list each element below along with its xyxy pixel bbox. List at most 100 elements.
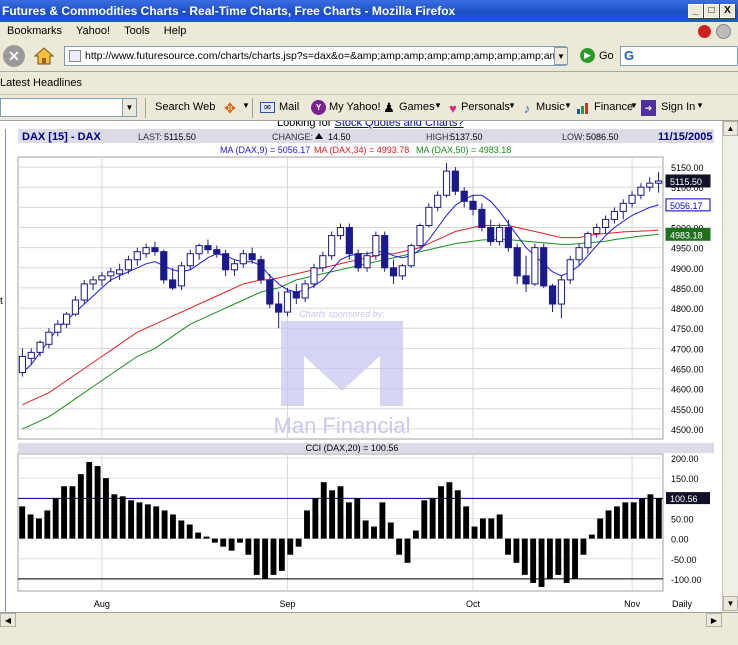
x-tick-nov: Nov [624, 599, 641, 609]
candle-body [275, 303, 283, 313]
home-icon[interactable] [32, 44, 56, 68]
cci-bar [170, 514, 176, 539]
sign-in-icon[interactable]: ➜ [641, 100, 656, 116]
price-tick-label: 4700.00 [671, 344, 704, 354]
candle-body [548, 285, 557, 305]
candle-body [593, 227, 601, 235]
cci-bar [639, 498, 645, 539]
chart-symbol: DAX [15] - DAX [22, 131, 102, 143]
cci-bar [538, 538, 545, 587]
candle-body [416, 224, 424, 247]
personals-dropdown-icon[interactable]: ▼ [508, 101, 516, 110]
candle-body [124, 259, 133, 271]
price-tick-label: 4500.00 [671, 425, 704, 435]
menu-bookmarks[interactable]: Bookmarks [7, 25, 62, 37]
candle-body [372, 235, 380, 257]
url-field[interactable]: http://www.futuresource.com/charts/chart… [64, 46, 566, 66]
cci-bar [287, 538, 294, 555]
candle-body [566, 259, 574, 281]
window-title-bar[interactable]: Futures & Commodities Charts - Real-Time… [0, 0, 738, 22]
scroll-up-button[interactable]: ▲ [723, 121, 738, 136]
search-input[interactable]: G [620, 46, 738, 66]
candle-body [310, 267, 318, 285]
cci-bar [463, 506, 470, 539]
menu-help[interactable]: Help [164, 25, 187, 37]
music-icon[interactable]: ♪ [519, 100, 535, 116]
status-bar: ◀ ▶ [0, 612, 738, 645]
cci-bar [312, 498, 319, 539]
scroll-left-button[interactable]: ◀ [0, 613, 16, 627]
menu-tools[interactable]: Tools [124, 25, 150, 37]
cci-bar [195, 532, 202, 539]
cci-bar [203, 536, 210, 539]
cci-bar [387, 522, 394, 539]
candle-body [434, 194, 442, 208]
minimize-button[interactable]: _ [688, 4, 703, 18]
cci-bar [36, 518, 42, 539]
bookmarks-toolbar: Latest Headlines [0, 72, 738, 95]
scroll-right-button[interactable]: ▶ [706, 613, 722, 627]
candle-body [584, 233, 592, 249]
go-arrow-icon[interactable]: ▶ [580, 48, 595, 63]
candle-body [469, 200, 477, 210]
highlight-icon[interactable]: ✥ [222, 100, 238, 116]
personals-button[interactable]: Personals [461, 101, 510, 113]
games-icon[interactable]: ♟ [381, 100, 397, 116]
latest-headlines-link[interactable]: Latest Headlines [0, 72, 82, 95]
vertical-scrollbar[interactable]: ▲ ▼ [722, 121, 738, 612]
games-dropdown-icon[interactable]: ▼ [434, 101, 442, 110]
ma-legend-1: MA (DAX,34) = 4993.78 [314, 145, 409, 155]
stop-alert-icon[interactable] [698, 25, 711, 38]
url-dropdown-button[interactable]: ▼ [554, 47, 568, 65]
candle-body [45, 331, 53, 345]
cci-tick-label: 200.00 [671, 454, 699, 464]
finance-icon[interactable] [575, 100, 591, 116]
go-button[interactable]: Go [599, 50, 614, 62]
x-tick-sep: Sep [279, 599, 295, 609]
candle-body [354, 253, 362, 269]
cci-bar [186, 524, 193, 539]
candle-body [186, 253, 194, 267]
cci-bar [588, 534, 595, 539]
cci-bar [52, 498, 59, 539]
cci-bar [371, 526, 377, 539]
my-yahoo-icon[interactable]: Y [311, 100, 326, 115]
finance-button[interactable]: Finance [594, 101, 633, 113]
price-tag-2: 4983.18 [670, 230, 703, 240]
scroll-down-button[interactable]: ▼ [723, 596, 738, 611]
menu-yahoo[interactable]: Yahoo! [76, 25, 110, 37]
music-button[interactable]: Music [536, 101, 565, 113]
games-button[interactable]: Games [399, 101, 434, 113]
close-button[interactable]: X [720, 4, 735, 18]
price-tick-label: 4900.00 [671, 264, 704, 274]
cci-tick-label: -100.00 [671, 575, 702, 585]
candle-body [487, 227, 495, 243]
finance-dropdown-icon[interactable]: ▼ [630, 101, 638, 110]
mail-icon[interactable]: ✉ [260, 102, 275, 113]
candle-body [177, 265, 186, 287]
search-web-button[interactable]: Search Web [155, 101, 215, 113]
cci-bar [354, 498, 361, 539]
cci-bar [454, 490, 461, 539]
my-yahoo-button[interactable]: My Yahoo! [329, 101, 381, 113]
toolbar-divider [252, 98, 253, 118]
cci-bar [647, 494, 654, 539]
music-dropdown-icon[interactable]: ▼ [564, 101, 572, 110]
highlight-dropdown-icon[interactable]: ▼ [242, 101, 250, 110]
yahoo-search-dropdown[interactable]: ▼ [122, 99, 136, 116]
price-tick-label: 4600.00 [671, 385, 704, 395]
candle-body [230, 263, 239, 271]
candle-body [442, 170, 451, 196]
mail-button[interactable]: Mail [279, 101, 299, 113]
candle-body [345, 227, 353, 255]
stop-icon[interactable]: ✕ [3, 45, 25, 67]
sign-in-button[interactable]: Sign In [661, 101, 695, 113]
candle-body [336, 227, 345, 237]
maximize-button[interactable]: □ [704, 4, 719, 18]
candle-body [169, 279, 177, 289]
yahoo-search-box[interactable]: ▼ [0, 98, 137, 117]
personals-icon[interactable]: ♥ [445, 100, 461, 116]
sign-in-dropdown-icon[interactable]: ▼ [696, 101, 704, 110]
candle-body [257, 259, 265, 281]
price-tick-label: 4950.00 [671, 244, 704, 254]
